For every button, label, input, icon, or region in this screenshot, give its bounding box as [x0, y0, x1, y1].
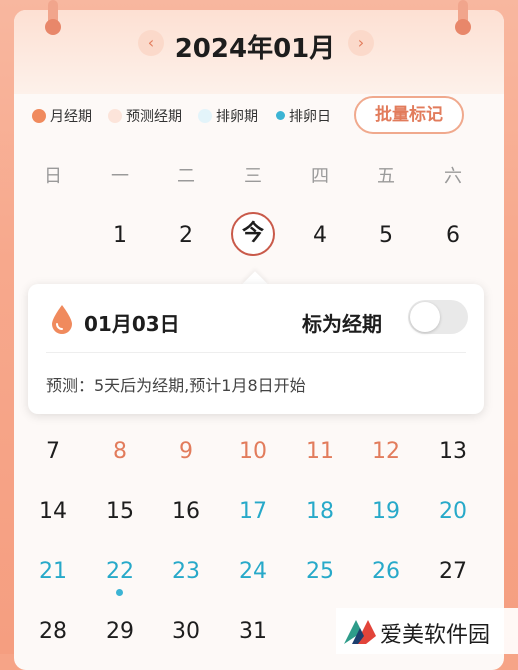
popup-date: 01月03日	[84, 312, 180, 336]
day-cell[interactable]: 1	[98, 214, 142, 258]
day-cell-predicted[interactable]: 9	[164, 430, 208, 474]
day-cell-ovulation[interactable]: 20	[431, 490, 475, 534]
weekday-tue: 二	[177, 166, 195, 187]
day-cell[interactable]: 6	[431, 214, 475, 258]
day-cell-ovulation[interactable]: 24	[231, 550, 275, 594]
site-logo-icon	[344, 620, 376, 644]
weekday-sat: 六	[444, 166, 462, 187]
day-cell[interactable]: 16	[164, 490, 208, 534]
legend-period: 月经期	[32, 106, 92, 126]
weekday-fri: 五	[377, 166, 395, 187]
day-cell-ovulation[interactable]: 18	[298, 490, 342, 534]
day-cell-ovulation[interactable]: 19	[364, 490, 408, 534]
prediction-text: 预测：5天后为经期,预计1月8日开始	[46, 376, 306, 395]
legend-ovulation-day: 排卵日	[276, 106, 331, 126]
day-cell[interactable]: 14	[31, 490, 75, 534]
ovulation-day-dot-icon	[276, 111, 285, 120]
ovulation-period-dot-icon	[198, 109, 212, 123]
day-cell[interactable]: 31	[231, 610, 275, 654]
watermark: 爱美软件园	[336, 608, 518, 654]
divider	[46, 352, 466, 353]
legend-ovulation-period: 排卵期	[198, 106, 258, 126]
day-cell[interactable]: 29	[98, 610, 142, 654]
day-cell-ovulation[interactable]: 21	[31, 550, 75, 594]
weekday-wed: 三	[244, 166, 262, 187]
weekday-sun: 日	[44, 166, 62, 187]
weekday-thu: 四	[311, 166, 329, 187]
day-cell[interactable]: 15	[98, 490, 142, 534]
legend-predicted: 预测经期	[108, 106, 182, 126]
day-cell-ovulation-day[interactable]: 22	[98, 550, 142, 594]
predicted-dot-icon	[108, 109, 122, 123]
day-cell-ovulation[interactable]: 23	[164, 550, 208, 594]
day-cell[interactable]: 2	[164, 214, 208, 258]
period-dot-icon	[32, 109, 46, 123]
day-cell-predicted[interactable]: 10	[231, 430, 275, 474]
next-month-button[interactable]: ›	[348, 30, 374, 56]
toggle-knob	[410, 302, 440, 332]
binder-ring-right	[455, 0, 471, 35]
watermark-text: 爱美软件园	[380, 623, 491, 648]
ovulation-day-marker	[116, 589, 123, 596]
chevron-right-icon: ›	[357, 33, 365, 52]
day-cell[interactable]: 4	[298, 214, 342, 258]
day-cell-predicted[interactable]: 8	[98, 430, 142, 474]
day-cell-predicted[interactable]: 11	[298, 430, 342, 474]
day-cell-ovulation[interactable]: 17	[231, 490, 275, 534]
day-cell-today[interactable]: 今	[231, 212, 275, 256]
day-cell[interactable]: 27	[431, 550, 475, 594]
mark-period-toggle[interactable]	[408, 300, 468, 334]
day-cell-predicted[interactable]: 12	[364, 430, 408, 474]
day-detail-popup: 01月03日 标为经期 预测：5天后为经期,预计1月8日开始	[28, 284, 484, 414]
day-cell[interactable]: 30	[164, 610, 208, 654]
day-cell[interactable]: 5	[364, 214, 408, 258]
day-cell-ovulation[interactable]: 25	[298, 550, 342, 594]
day-cell[interactable]: 28	[31, 610, 75, 654]
mark-period-label: 标为经期	[302, 312, 382, 336]
day-cell[interactable]: 7	[31, 430, 75, 474]
day-cell[interactable]: 13	[431, 430, 475, 474]
blood-drop-icon	[52, 305, 72, 334]
day-cell-ovulation[interactable]: 26	[364, 550, 408, 594]
chevron-left-icon: ‹	[147, 33, 155, 52]
month-title: 2024年01月	[174, 34, 336, 64]
weekday-mon: 一	[111, 166, 129, 187]
binder-ring-left	[45, 0, 61, 35]
batch-mark-button[interactable]: 批量标记	[354, 96, 464, 134]
